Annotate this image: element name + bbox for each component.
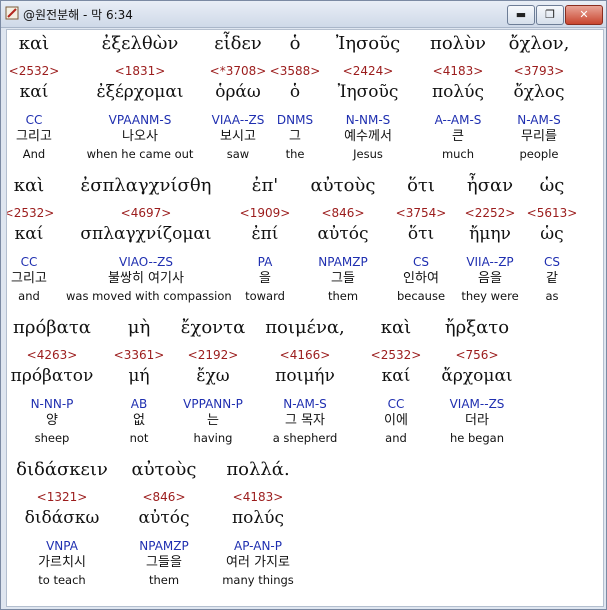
scroll-icon [5, 6, 19, 20]
strong-number[interactable]: <4183> [178, 488, 338, 506]
strong-number[interactable]: <756> [397, 346, 557, 364]
parse-code: VIAM--ZS [449, 397, 505, 411]
korean-gloss: 무리를 [521, 129, 557, 144]
lemma-word: πολύς [231, 508, 285, 528]
window-title: @원전분해 - 막 6:34 [23, 8, 133, 22]
lemma-word: ἄρχομαι [441, 366, 513, 386]
lemma-word: ὡς [540, 224, 564, 244]
english-gloss: as [545, 289, 559, 303]
korean-gloss: 같 [546, 271, 558, 286]
word-column[interactable]: ὄχλον, <3793> ὄχλος N-AM-S 무리를 people [459, 32, 603, 162]
english-gloss: he began [449, 431, 505, 445]
parse-code: N-AM-S [517, 113, 561, 127]
greek-word: πολλά. [226, 459, 290, 480]
parse-code: AP-AN-P [234, 539, 282, 553]
korean-gloss: 여러 가지로 [226, 555, 290, 570]
greek-word: ὄχλον, [508, 33, 570, 54]
english-gloss: many things [222, 573, 294, 587]
interlinear-panel: καὶ <2532> καί CC 그리고 And ἐξελθὼν <1831> ἐξέρχομ… [6, 29, 604, 607]
lemma-word: ὄχλος [513, 82, 565, 102]
app-window: @원전분해 - 막 6:34 ▬ ❐ ✕ καὶ <2532> καί CC 그리고 An… [0, 0, 607, 610]
greek-word: ὡς [539, 175, 565, 196]
strong-number[interactable]: <3793> [459, 62, 603, 80]
minimize-button[interactable]: ▬ [507, 5, 535, 25]
korean-gloss: 더라 [465, 413, 489, 428]
word-column[interactable]: πολλά. <4183> πολύς AP-AN-P 여러 가지로 many thing… [178, 458, 338, 588]
parse-code: CS [544, 255, 560, 269]
title-bar[interactable]: @원전분해 - 막 6:34 ▬ ❐ ✕ [1, 1, 606, 28]
word-column[interactable]: ἤρξατο <756> ἄρχομαι VIAM--ZS 더라 he began [397, 316, 557, 446]
close-button[interactable]: ✕ [565, 5, 603, 25]
word-column[interactable]: ὡς <5613> ὡς CS 같 as [472, 174, 603, 304]
greek-word: ἤρξατο [444, 317, 510, 338]
english-gloss: people [519, 147, 559, 161]
strong-number[interactable]: <5613> [472, 204, 603, 222]
maximize-button[interactable]: ❐ [536, 5, 564, 25]
